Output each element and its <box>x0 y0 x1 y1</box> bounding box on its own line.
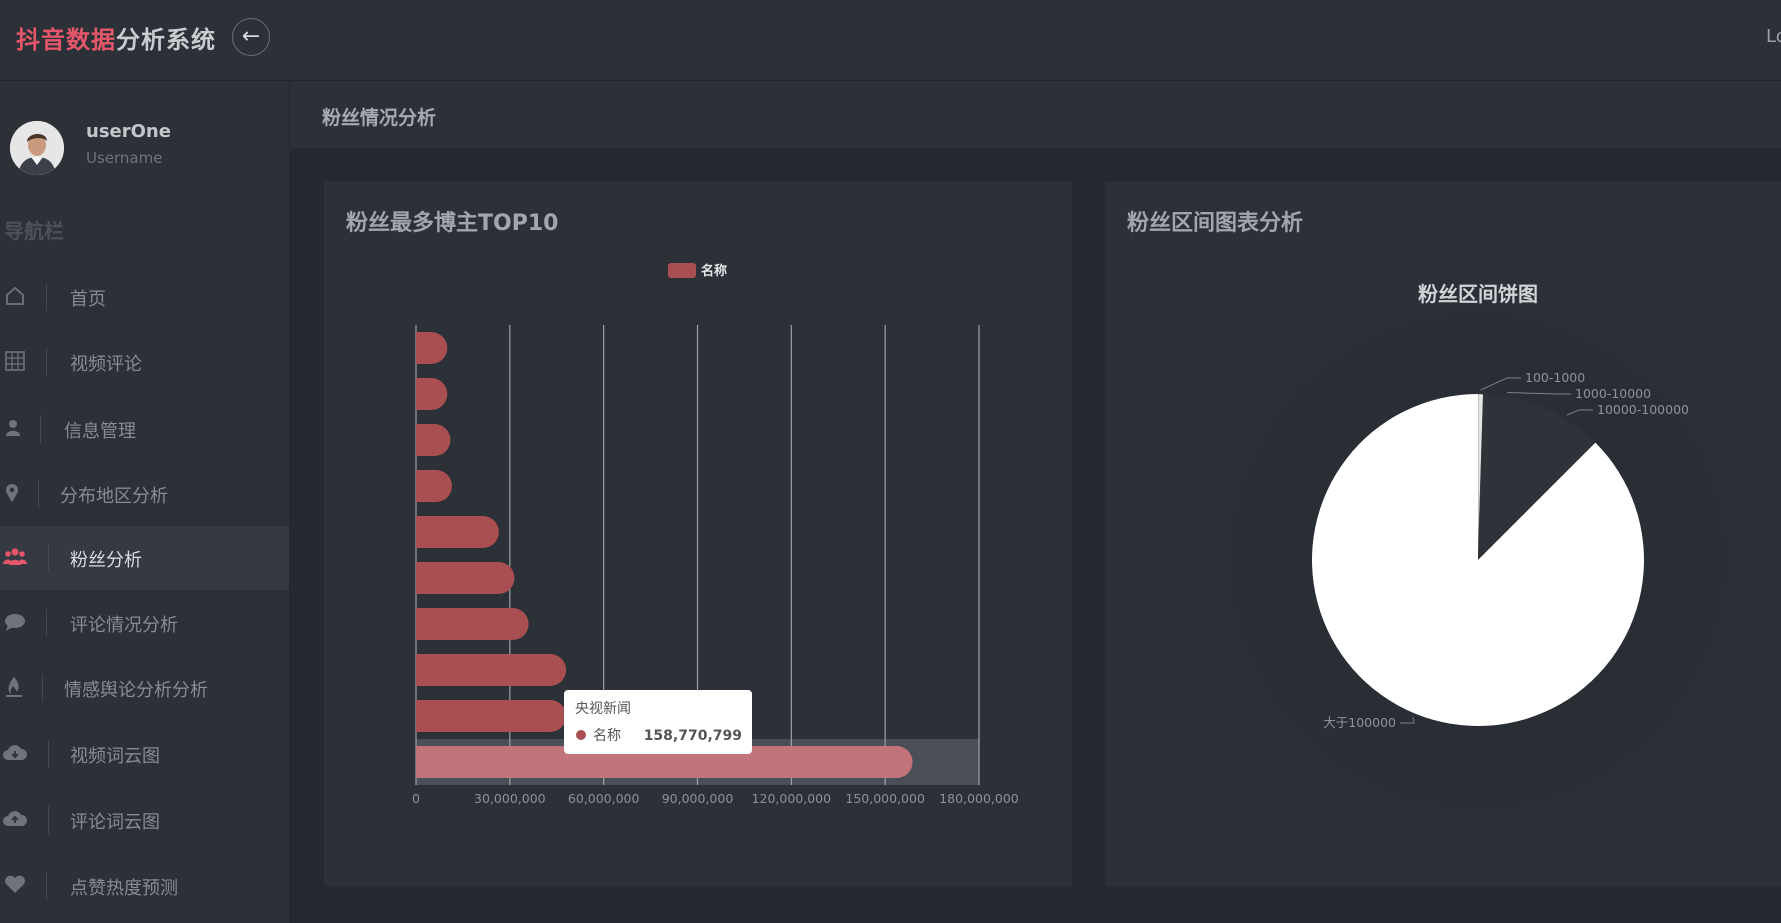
sidebar-item-comment-wordcloud[interactable]: 评论词云图 <box>0 788 289 852</box>
nav-separator <box>38 480 39 508</box>
grid-icon <box>5 351 25 371</box>
tooltip-marker <box>576 730 586 740</box>
sidebar-item-comment-analysis[interactable]: 评论情况分析 <box>0 591 289 655</box>
cloud-upload-icon <box>3 811 28 826</box>
pie-title: 粉丝区间饼图 <box>1418 282 1538 306</box>
page-title: 粉丝情况分析 <box>322 107 437 129</box>
bar <box>416 700 567 732</box>
nav-section-title: 导航栏 <box>4 219 64 243</box>
pie-label: 1000-10000 <box>1575 386 1651 401</box>
cloud-download-icon <box>3 745 28 760</box>
legend-label: 名称 <box>701 263 727 279</box>
card-title: 粉丝最多博主TOP10 <box>346 211 559 236</box>
pie-label: 10000-100000 <box>1597 402 1689 417</box>
x-tick-label: 60,000,000 <box>568 791 640 806</box>
bar <box>416 424 451 456</box>
nav-separator <box>42 674 43 702</box>
sidebar-item-info-management[interactable]: 信息管理 <box>0 397 289 461</box>
avatar-image <box>10 121 64 175</box>
bar <box>416 516 499 548</box>
tooltip-box <box>564 690 752 754</box>
heart-icon <box>5 875 25 893</box>
nav-separator <box>46 609 47 637</box>
sidebar-item-label: 信息管理 <box>64 421 136 442</box>
nav-separator <box>48 740 49 768</box>
x-tick-label: 0 <box>412 791 420 806</box>
logo-rest-text: 分析系统 <box>116 26 216 54</box>
fans-range-card: 粉丝区间图表分析 粉丝区间饼图 100-1000 1000-10000 10000-1… <box>1105 181 1781 890</box>
nav-separator <box>46 283 47 311</box>
sidebar: userOne Username 导航栏 首页 视频评论 信息管理 分布地区分析… <box>0 81 290 923</box>
users-icon <box>3 548 27 565</box>
sidebar-item-video-wordcloud[interactable]: 视频词云图 <box>0 722 289 786</box>
pie-chart: 粉丝区间饼图 100-10001000-1000010000-100000 大于10… <box>1148 230 1781 890</box>
sidebar-item-label: 首页 <box>70 289 106 310</box>
top-right-link[interactable]: Lo <box>1766 26 1781 47</box>
fire-icon <box>6 677 22 697</box>
tooltip-value: 158,770,799 <box>644 728 742 744</box>
bar <box>416 562 515 594</box>
user-subtitle: Username <box>86 149 163 167</box>
top-bar: 抖音数据分析系统 ← Lo <box>0 0 1781 81</box>
map-pin-icon <box>6 484 18 502</box>
card-title: 粉丝区间图表分析 <box>1127 211 1304 236</box>
logo-accent-text: 抖音数据 <box>16 26 116 54</box>
pie-label: 100-1000 <box>1525 370 1585 385</box>
pie-label: 大于100000 <box>1323 715 1396 730</box>
page-header: 粉丝情况分析 <box>290 81 1781 148</box>
sidebar-item-likes-prediction[interactable]: 点赞热度预测 <box>0 854 289 918</box>
sidebar-item-label: 点赞热度预测 <box>70 878 178 899</box>
nav-separator <box>48 544 49 572</box>
sidebar-item-sentiment-analysis[interactable]: 情感舆论分析分析 <box>0 656 289 720</box>
sidebar-item-fans-analysis[interactable]: 粉丝分析 <box>0 526 289 590</box>
sidebar-item-label: 粉丝分析 <box>70 550 142 571</box>
sidebar-item-video-comments[interactable]: 视频评论 <box>0 330 289 394</box>
bar <box>416 654 567 686</box>
x-tick-label: 120,000,000 <box>752 791 832 806</box>
bar <box>416 332 448 364</box>
x-tick-label: 30,000,000 <box>474 791 546 806</box>
arrow-left-icon: ← <box>241 24 261 49</box>
top10-chart-card: 粉丝最多博主TOP10 名称 0 30,000,000 60,000,000 90,00… <box>324 181 1072 886</box>
nav-separator <box>40 415 41 443</box>
avatar <box>10 121 64 175</box>
x-tick-label: 90,000,000 <box>662 791 734 806</box>
bar <box>416 378 448 410</box>
sidebar-item-label: 分布地区分析 <box>60 486 168 507</box>
bar-chart: 名称 0 30,000,000 60,000,000 90,000,000 120,000… <box>412 263 1019 806</box>
home-icon <box>6 286 24 305</box>
legend-swatch <box>668 263 696 278</box>
bar <box>416 608 529 640</box>
nav-separator <box>48 806 49 834</box>
app-logo[interactable]: 抖音数据分析系统 <box>16 20 216 55</box>
user-name: userOne <box>86 121 171 142</box>
nav-separator <box>46 348 47 376</box>
sidebar-toggle-button[interactable]: ← <box>232 18 270 56</box>
sidebar-item-label: 视频词云图 <box>70 746 160 767</box>
user-icon <box>6 420 20 436</box>
sidebar-item-label: 情感舆论分析分析 <box>64 680 208 701</box>
sidebar-item-home[interactable]: 首页 <box>0 265 289 329</box>
sidebar-item-label: 视频评论 <box>70 354 142 375</box>
x-tick-label: 150,000,000 <box>845 791 925 806</box>
sidebar-item-region-analysis[interactable]: 分布地区分析 <box>0 462 289 526</box>
tooltip-series: 名称 <box>593 728 621 744</box>
tooltip-title: 央视新闻 <box>575 701 631 717</box>
comment-icon <box>5 614 25 631</box>
sidebar-item-label: 评论词云图 <box>70 812 160 833</box>
x-tick-label: 180,000,000 <box>939 791 1019 806</box>
bar <box>416 470 452 502</box>
sidebar-item-label: 评论情况分析 <box>70 615 178 636</box>
nav-separator <box>46 872 47 900</box>
